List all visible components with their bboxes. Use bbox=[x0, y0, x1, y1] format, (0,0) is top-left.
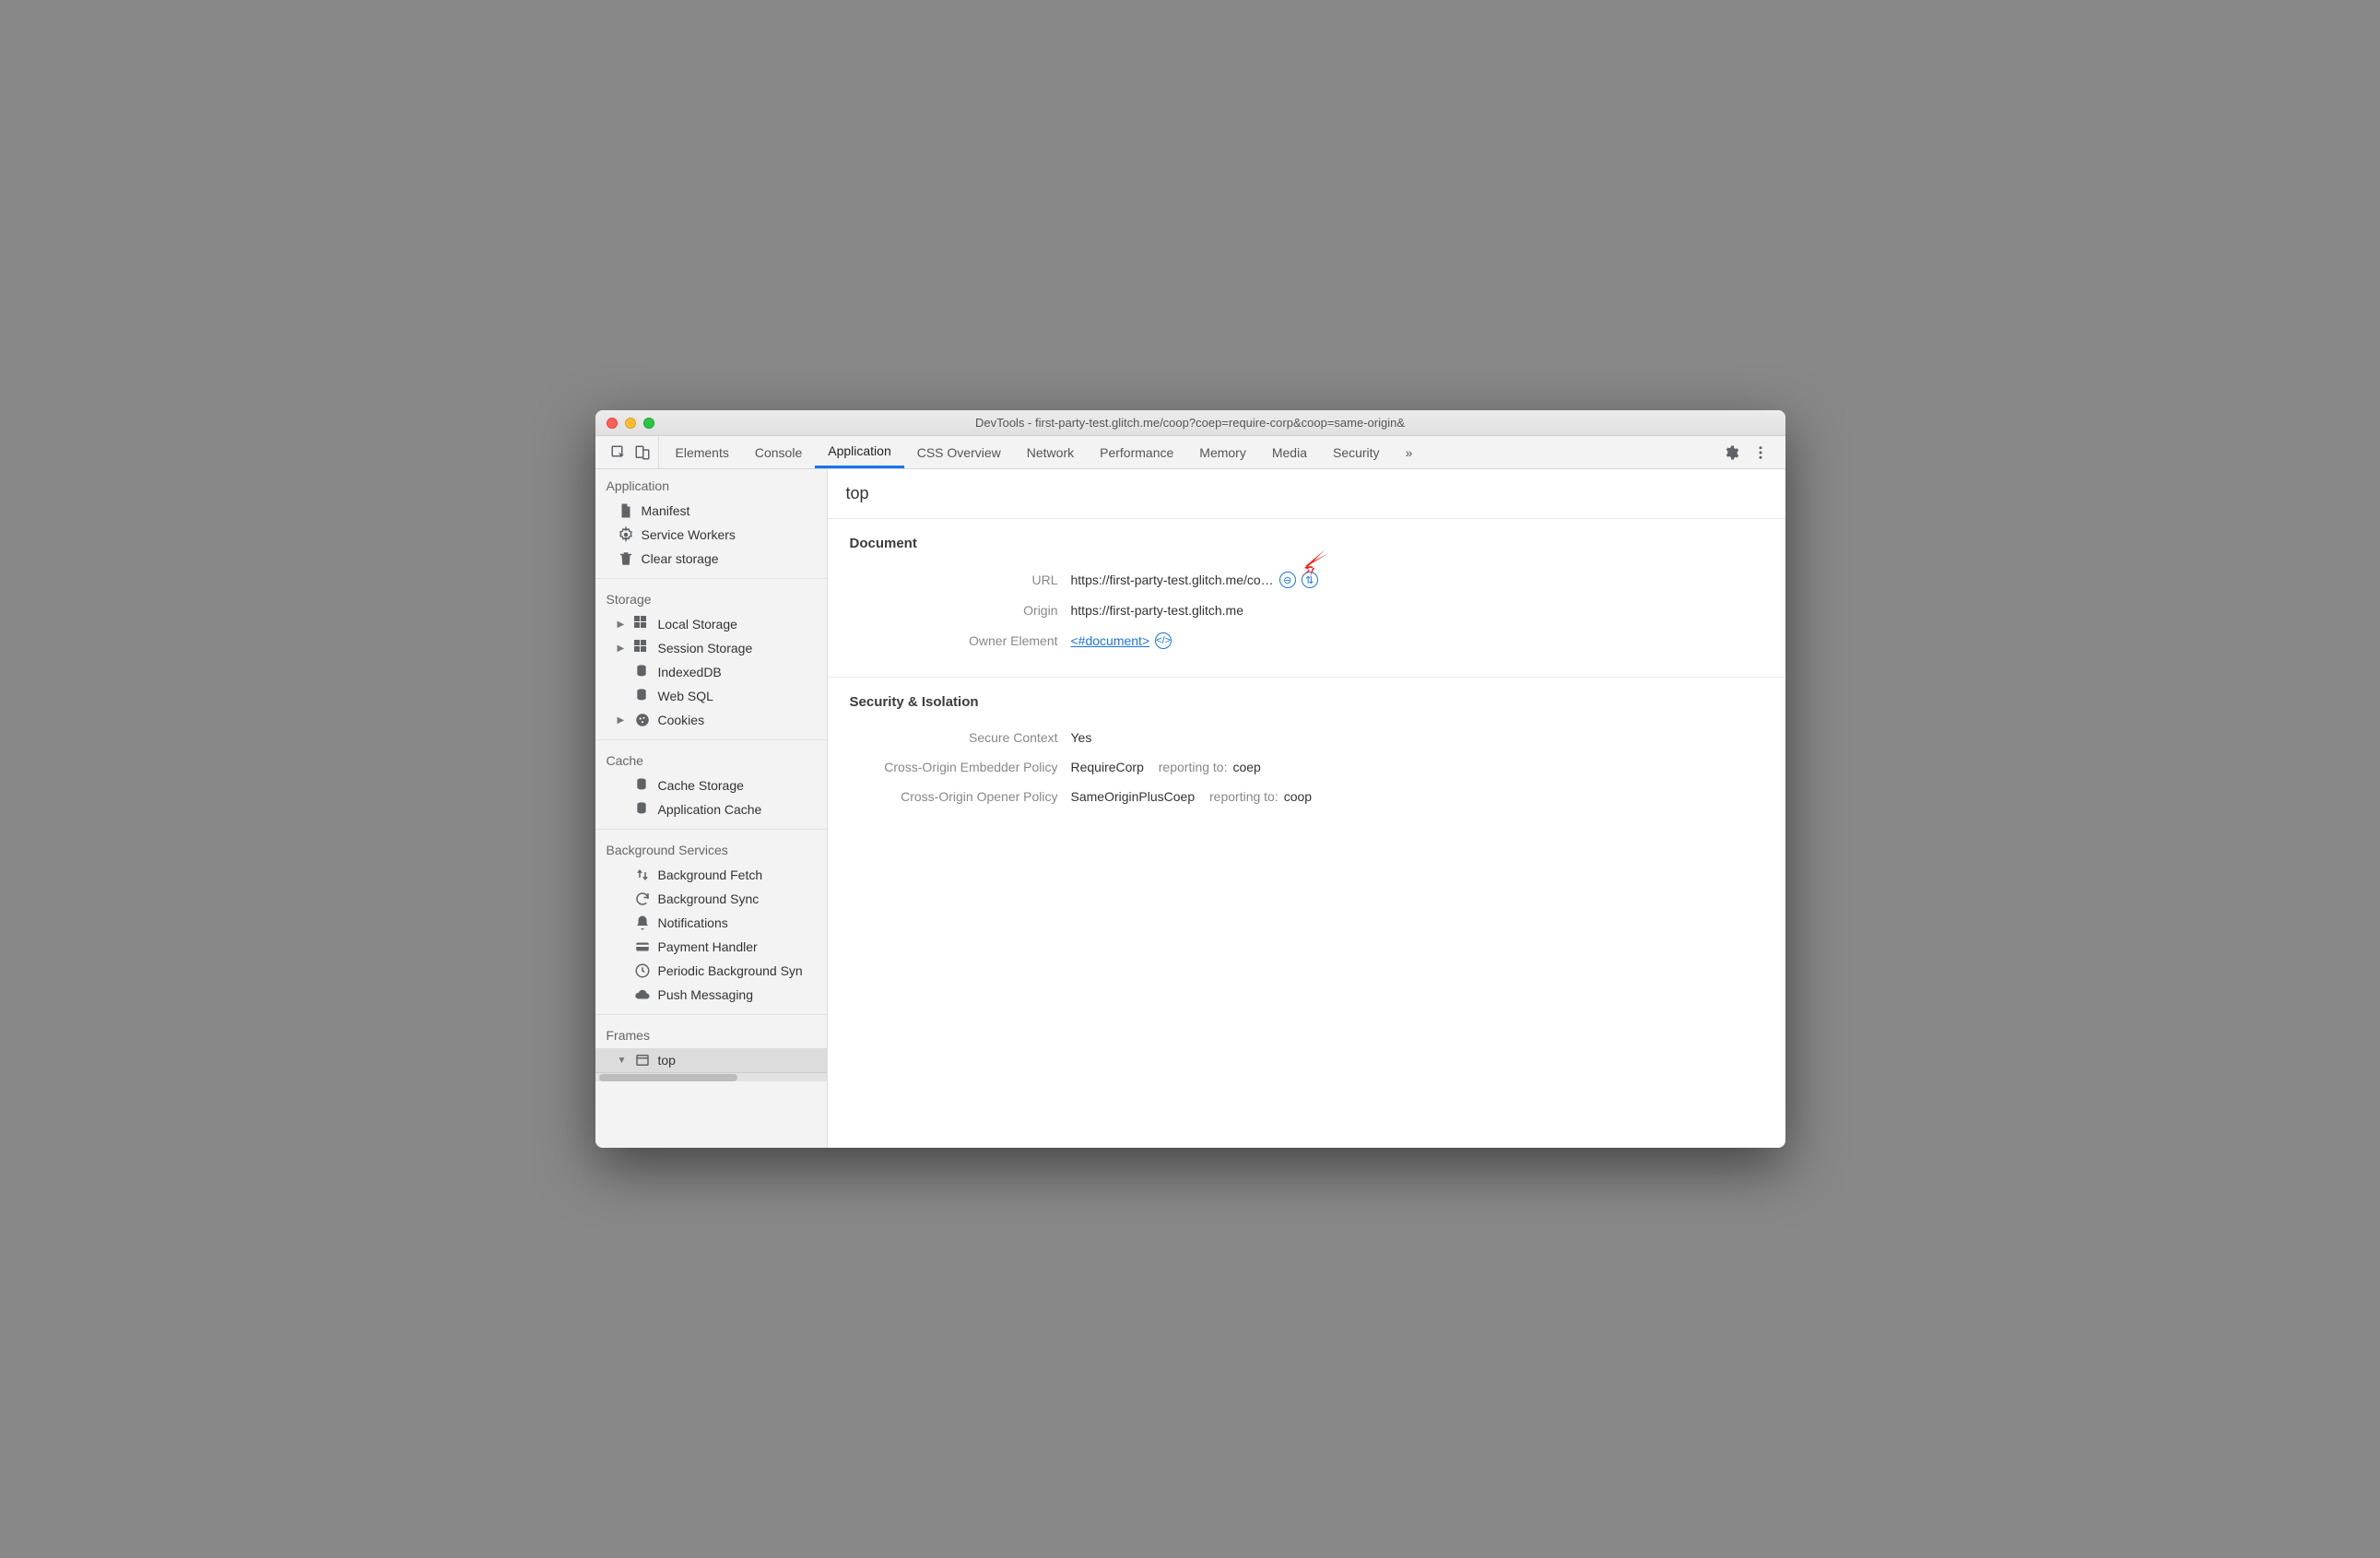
sidebar-item-cookies[interactable]: ▶ Cookies bbox=[595, 708, 827, 732]
expand-icon[interactable]: ▶ bbox=[618, 643, 627, 654]
sidebar-item-cache-storage[interactable]: ▶ Cache Storage bbox=[595, 773, 827, 797]
grid-icon bbox=[634, 640, 651, 656]
card-icon bbox=[634, 938, 651, 955]
security-isolation-section: Security & Isolation Secure Context Yes … bbox=[828, 678, 1785, 832]
tab-elements[interactable]: Elements bbox=[663, 436, 742, 468]
frame-title: top bbox=[828, 469, 1785, 519]
sidebar-item-payment-handler[interactable]: ▶ Payment Handler bbox=[595, 935, 827, 959]
collapse-icon[interactable]: ▼ bbox=[618, 1056, 627, 1066]
trash-icon bbox=[618, 550, 634, 567]
sidebar-item-periodic-sync[interactable]: ▶ Periodic Background Syn bbox=[595, 959, 827, 983]
traffic-lights bbox=[595, 418, 654, 429]
database-icon bbox=[634, 688, 651, 704]
window-title: DevTools - first-party-test.glitch.me/co… bbox=[595, 416, 1785, 430]
sidebar-item-session-storage[interactable]: ▶ Session Storage bbox=[595, 636, 827, 660]
frame-details-content[interactable]: top Document URL https://first-party-tes… bbox=[828, 469, 1785, 1148]
section-heading-document: Document bbox=[850, 536, 1763, 551]
sidebar-item-push-messaging[interactable]: ▶ Push Messaging bbox=[595, 983, 827, 1007]
frame-icon bbox=[634, 1052, 651, 1068]
row-coop: Cross-Origin Opener Policy SameOriginPlu… bbox=[850, 782, 1763, 811]
group-application: Application bbox=[595, 469, 827, 499]
devtools-window: DevTools - first-party-test.glitch.me/co… bbox=[595, 410, 1785, 1148]
coep-reporting-prefix: reporting to: bbox=[1159, 760, 1228, 774]
sidebar-item-local-storage[interactable]: ▶ Local Storage bbox=[595, 612, 827, 636]
tabs-overflow[interactable]: » bbox=[1393, 436, 1426, 468]
tab-console[interactable]: Console bbox=[742, 436, 815, 468]
inspect-icon[interactable] bbox=[610, 444, 627, 461]
sidebar-item-clear-storage[interactable]: Clear storage bbox=[595, 547, 827, 571]
sync-icon bbox=[634, 891, 651, 907]
section-heading-security: Security & Isolation bbox=[850, 694, 1763, 710]
zoom-window-button[interactable] bbox=[643, 418, 654, 429]
sidebar-item-application-cache[interactable]: ▶ Application Cache bbox=[595, 797, 827, 821]
coep-value: RequireCorp bbox=[1071, 760, 1144, 774]
coop-reporting-prefix: reporting to: bbox=[1209, 789, 1278, 804]
sidebar-item-service-workers[interactable]: Service Workers bbox=[595, 523, 827, 547]
url-value: https://first-party-test.glitch.me/co… bbox=[1071, 572, 1274, 587]
gear-icon bbox=[618, 526, 634, 543]
row-owner-element: Owner Element <#document> </> bbox=[850, 625, 1763, 656]
database-icon bbox=[634, 801, 651, 818]
cookie-icon bbox=[634, 712, 651, 728]
sidebar-item-manifest[interactable]: Manifest bbox=[595, 499, 827, 523]
grid-icon bbox=[634, 616, 651, 632]
minimize-window-button[interactable] bbox=[625, 418, 636, 429]
secure-context-value: Yes bbox=[1071, 730, 1092, 745]
sidebar-item-notifications[interactable]: ▶ Notifications bbox=[595, 911, 827, 935]
kebab-menu-icon[interactable] bbox=[1752, 444, 1769, 461]
cloud-icon bbox=[634, 986, 651, 1003]
expand-icon[interactable]: ▶ bbox=[618, 715, 627, 726]
tab-media[interactable]: Media bbox=[1259, 436, 1320, 468]
sidebar-item-background-sync[interactable]: ▶ Background Sync bbox=[595, 887, 827, 911]
row-origin: Origin https://first-party-test.glitch.m… bbox=[850, 596, 1763, 625]
reveal-in-sources-icon[interactable]: ⊖ bbox=[1279, 572, 1296, 588]
group-cache: Cache bbox=[595, 744, 827, 773]
row-secure-context: Secure Context Yes bbox=[850, 723, 1763, 752]
row-coep: Cross-Origin Embedder Policy RequireCorp… bbox=[850, 752, 1763, 782]
tab-performance[interactable]: Performance bbox=[1087, 436, 1186, 468]
origin-value: https://first-party-test.glitch.me bbox=[1071, 603, 1244, 618]
tab-memory[interactable]: Memory bbox=[1186, 436, 1259, 468]
database-icon bbox=[634, 664, 651, 680]
clock-icon bbox=[634, 962, 651, 979]
expand-icon[interactable]: ▶ bbox=[618, 620, 627, 630]
coep-reporting-value: coep bbox=[1232, 760, 1260, 774]
coop-reporting-value: coop bbox=[1284, 789, 1312, 804]
body: Application Manifest Service Workers Cle… bbox=[595, 469, 1785, 1148]
owner-element-link[interactable]: <#document> bbox=[1071, 633, 1150, 648]
code-icon[interactable]: </> bbox=[1155, 632, 1172, 649]
document-section: Document URL https://first-party-test.gl… bbox=[828, 519, 1785, 678]
tab-security[interactable]: Security bbox=[1320, 436, 1393, 468]
tab-network[interactable]: Network bbox=[1014, 436, 1087, 468]
row-url: URL https://first-party-test.glitch.me/c… bbox=[850, 564, 1763, 596]
group-frames: Frames bbox=[595, 1019, 827, 1048]
sidebar-horizontal-scrollbar[interactable] bbox=[595, 1072, 827, 1081]
database-icon bbox=[634, 777, 651, 794]
group-background-services: Background Services bbox=[595, 833, 827, 863]
bell-icon bbox=[634, 915, 651, 931]
settings-gear-icon[interactable] bbox=[1723, 444, 1739, 461]
coop-value: SameOriginPlusCoep bbox=[1071, 789, 1196, 804]
sidebar-item-indexeddb[interactable]: ▶ IndexedDB bbox=[595, 660, 827, 684]
tab-css-overview[interactable]: CSS Overview bbox=[904, 436, 1014, 468]
application-sidebar[interactable]: Application Manifest Service Workers Cle… bbox=[595, 469, 828, 1148]
titlebar: DevTools - first-party-test.glitch.me/co… bbox=[595, 410, 1785, 436]
sidebar-item-background-fetch[interactable]: ▶ Background Fetch bbox=[595, 863, 827, 887]
sidebar-item-websql[interactable]: ▶ Web SQL bbox=[595, 684, 827, 708]
devtools-tabbar: Elements Console Application CSS Overvie… bbox=[595, 436, 1785, 469]
file-icon bbox=[618, 502, 634, 519]
sidebar-item-frame-top[interactable]: ▼ top bbox=[595, 1048, 827, 1072]
reveal-in-network-icon[interactable]: ⇅ bbox=[1302, 572, 1318, 588]
updown-icon bbox=[634, 867, 651, 883]
close-window-button[interactable] bbox=[607, 418, 618, 429]
tab-application[interactable]: Application bbox=[815, 436, 904, 468]
group-storage: Storage bbox=[595, 583, 827, 612]
device-toggle-icon[interactable] bbox=[634, 444, 651, 461]
